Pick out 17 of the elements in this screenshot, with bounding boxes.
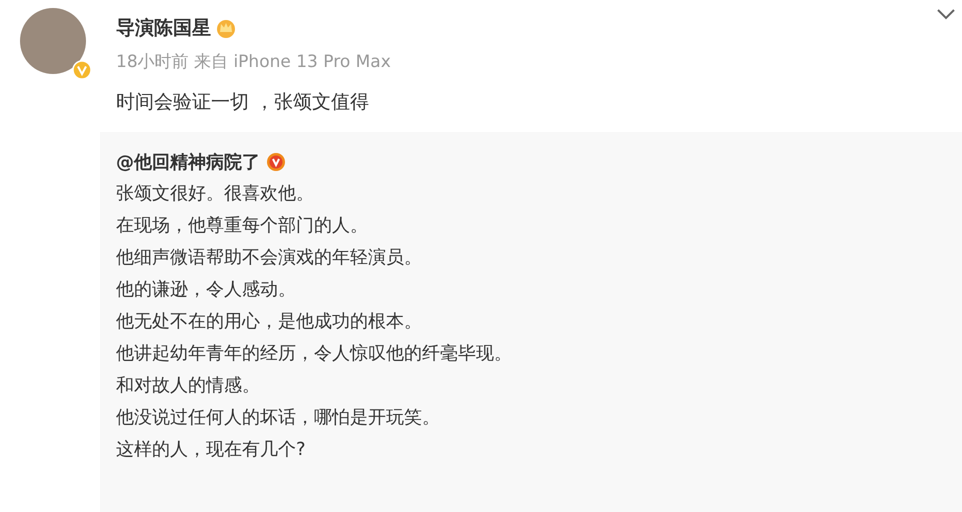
repost-text-line: 和对故人的情感。 — [116, 374, 261, 398]
repost-text-line: 他细声微语帮助不会演戏的年轻演员。 — [116, 246, 423, 270]
repost-author[interactable]: @他回精神病院了 — [116, 150, 260, 174]
repost-text-line: 这样的人，现在有几个? — [116, 438, 307, 462]
repost-text-line: 他的谦逊，令人感动。 — [116, 278, 297, 302]
repost-text-line: 他无处不在的用心，是他成功的根本。 — [116, 310, 423, 334]
repost-text-line: 他讲起幼年青年的经历，令人惊叹他的纤毫毕现。 — [116, 342, 513, 366]
repost-text-line: 在现场，他尊重每个部门的人。 — [116, 214, 369, 238]
author-name[interactable]: 导演陈国星 — [116, 15, 211, 41]
crown-icon — [215, 17, 237, 39]
verified-badge-icon — [266, 152, 286, 172]
repost-text-line: 张颂文很好。很喜欢他。 — [116, 182, 315, 206]
post-meta: 18小时前 来自 iPhone 13 Pro Max — [116, 51, 391, 73]
repost-text-line: 他没说过任何人的坏话，哪怕是开玩笑。 — [116, 406, 441, 430]
verified-badge-icon — [72, 60, 92, 80]
chevron-down-icon[interactable] — [936, 8, 956, 20]
post-text: 时间会验证一切 ，张颂文值得 — [116, 90, 370, 115]
